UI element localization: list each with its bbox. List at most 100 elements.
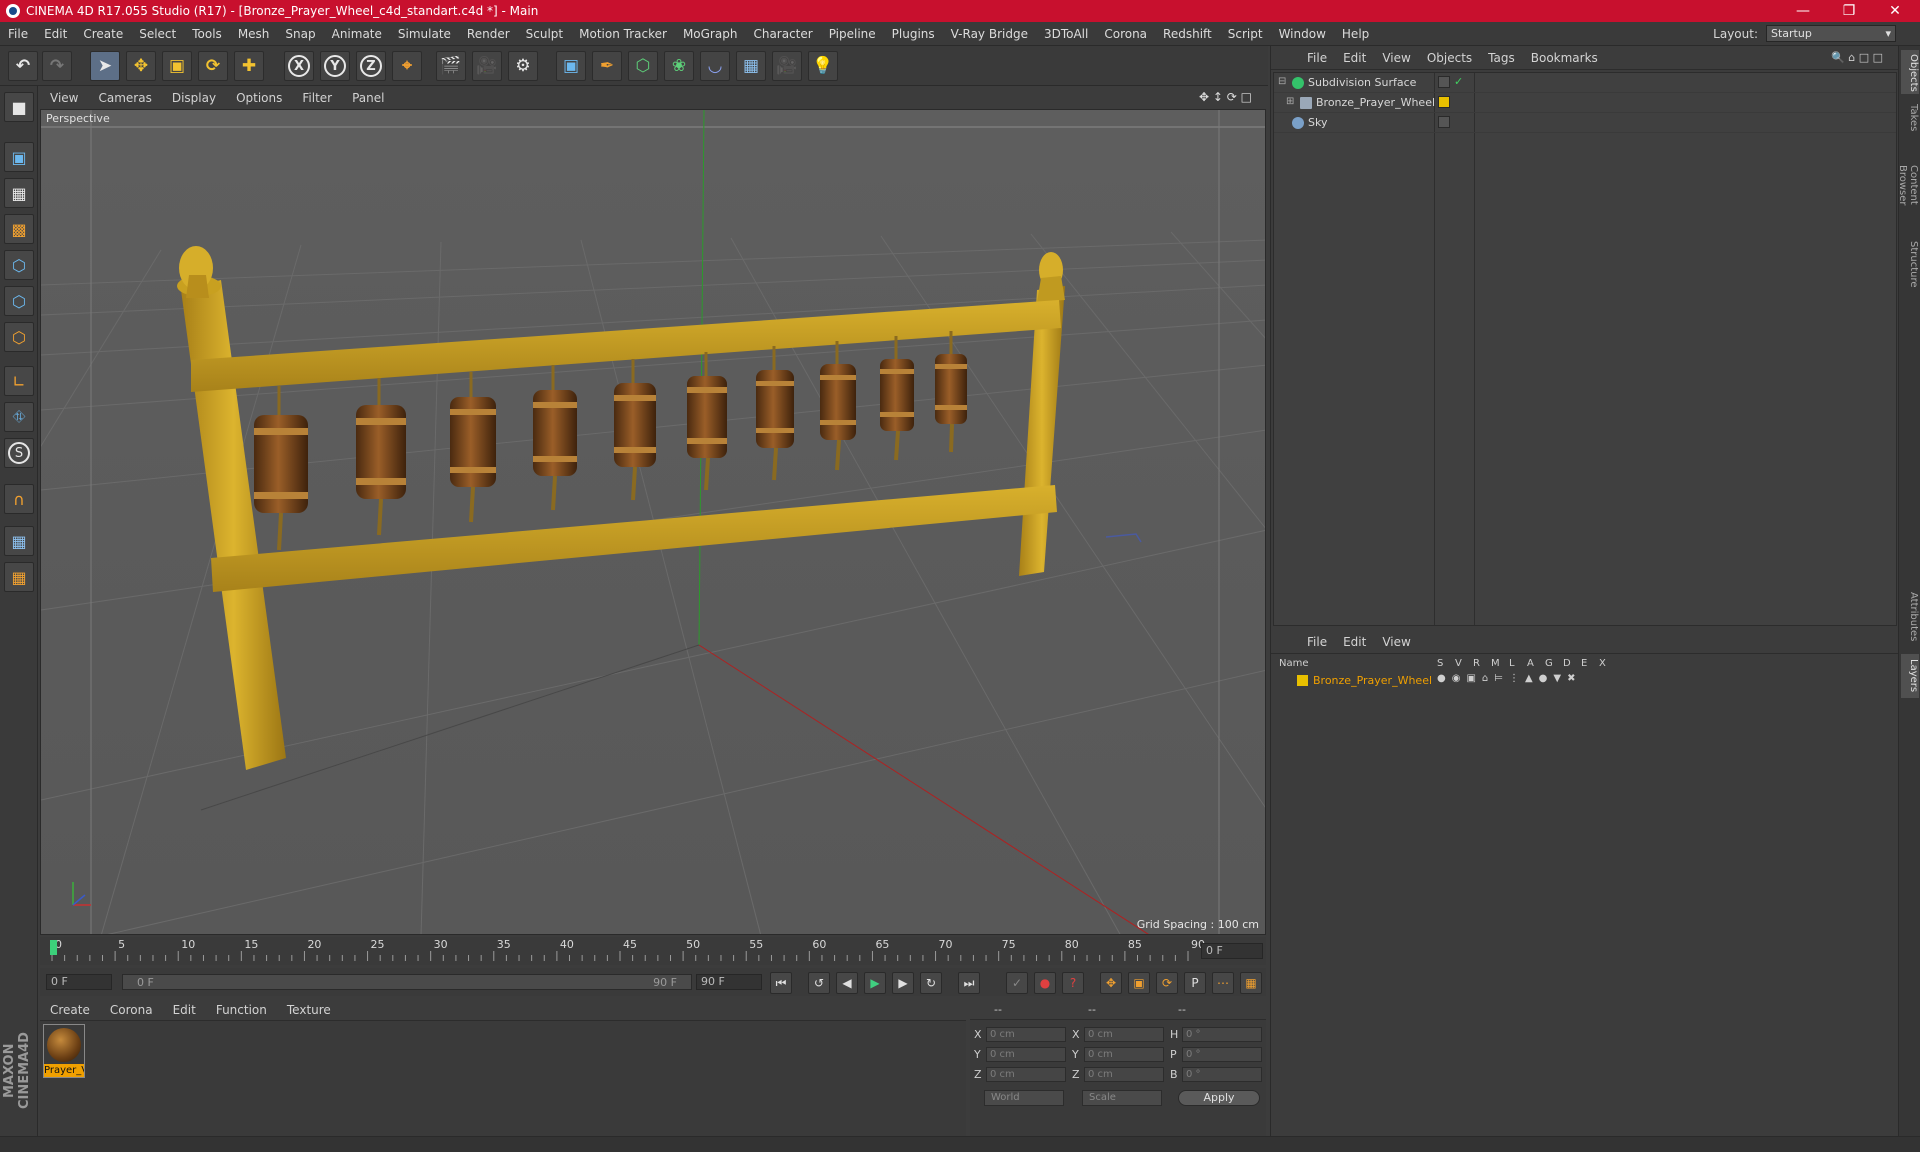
size-x-field[interactable]: 0 cm <box>1084 1027 1164 1042</box>
position-z-field[interactable]: 0 cm <box>986 1067 1066 1082</box>
side-tab-attributes[interactable]: Attributes <box>1901 586 1919 648</box>
menu-sculpt[interactable]: Sculpt <box>518 27 571 41</box>
go-to-end-icon[interactable]: ⏭ <box>958 972 980 994</box>
undo-icon[interactable]: ↶ <box>8 51 38 81</box>
menu-mesh[interactable]: Mesh <box>230 27 278 41</box>
playhead-marker[interactable] <box>50 940 57 955</box>
side-tab-content-browser[interactable]: Content Browser <box>1897 140 1919 230</box>
material-menu-texture[interactable]: Texture <box>277 1003 341 1017</box>
object-row-bronze-prayer-wheel[interactable]: ⊞ Bronze_Prayer_Wheel <box>1274 93 1896 113</box>
coordinate-mode-dropdown[interactable]: World <box>984 1090 1064 1106</box>
z-axis-lock-icon[interactable]: Z <box>356 51 386 81</box>
material-menu-function[interactable]: Function <box>206 1003 277 1017</box>
material-menu-edit[interactable]: Edit <box>163 1003 206 1017</box>
key-pla-icon[interactable]: ⋯ <box>1212 972 1234 994</box>
layer-color-swatch[interactable] <box>1297 675 1308 686</box>
object-menu-bookmarks[interactable]: Bookmarks <box>1523 51 1606 65</box>
position-x-field[interactable]: 0 cm <box>986 1027 1066 1042</box>
rotation-b-field[interactable]: 0 ° <box>1182 1067 1262 1082</box>
viewport-menu-panel[interactable]: Panel <box>342 91 394 105</box>
menu-window[interactable]: Window <box>1271 27 1334 41</box>
menu-mograph[interactable]: MoGraph <box>675 27 746 41</box>
side-tab-structure[interactable]: Structure <box>1901 236 1919 292</box>
rotation-p-field[interactable]: 0 ° <box>1182 1047 1262 1062</box>
object-menu-file[interactable]: File <box>1299 51 1335 65</box>
render-picture-viewer-icon[interactable]: 🎥 <box>472 51 502 81</box>
model-mode-icon[interactable]: ▣ <box>4 142 34 172</box>
move-icon[interactable]: ✥ <box>126 51 156 81</box>
magnet-icon[interactable]: ∩ <box>4 484 34 514</box>
menu-simulate[interactable]: Simulate <box>390 27 459 41</box>
object-row-sky[interactable]: Sky <box>1274 113 1896 133</box>
subdivision-surface-icon[interactable]: ⬡ <box>628 51 658 81</box>
start-frame-field[interactable]: 0 F <box>46 974 112 990</box>
close-icon[interactable]: ✕ <box>1872 0 1918 22</box>
menu-script[interactable]: Script <box>1220 27 1271 41</box>
render-settings-icon[interactable]: ⚙ <box>508 51 538 81</box>
play-icon[interactable]: ▶ <box>864 972 886 994</box>
size-z-field[interactable]: 0 cm <box>1084 1067 1164 1082</box>
motion-path-icon[interactable]: ✓ <box>1006 972 1028 994</box>
timeline-window-icon[interactable]: ▦ <box>1240 972 1262 994</box>
scale-icon[interactable]: ▣ <box>162 51 192 81</box>
go-to-start-icon[interactable]: ⏮ <box>770 972 792 994</box>
layer-color-tag[interactable] <box>1438 96 1450 108</box>
menu-animate[interactable]: Animate <box>324 27 390 41</box>
key-position-icon[interactable]: ✥ <box>1100 972 1122 994</box>
material-menu-corona[interactable]: Corona <box>100 1003 163 1017</box>
viewport-navigation-icons[interactable]: ✥ ↕ ⟳ □ <box>1189 90 1262 104</box>
object-menu-edit[interactable]: Edit <box>1335 51 1374 65</box>
x-axis-lock-icon[interactable]: X <box>284 51 314 81</box>
size-y-field[interactable]: 0 cm <box>1084 1047 1164 1062</box>
side-tab-objects[interactable]: Objects <box>1901 50 1919 94</box>
points-mode-icon[interactable]: ⬡ <box>4 250 34 280</box>
rotation-h-field[interactable]: 0 ° <box>1182 1027 1262 1042</box>
layer-row[interactable]: Bronze_Prayer_Wheel ●◉▣⌂⊨⋮▲●▼✖ <box>1273 673 1897 689</box>
viewport-menu-options[interactable]: Options <box>226 91 292 105</box>
object-menu-objects[interactable]: Objects <box>1419 51 1480 65</box>
redo-icon[interactable]: ↷ <box>42 51 72 81</box>
viewport-menu-display[interactable]: Display <box>162 91 226 105</box>
previous-key-icon[interactable]: ↺ <box>808 972 830 994</box>
light-icon[interactable]: 💡 <box>808 51 838 81</box>
previous-frame-icon[interactable]: ◀ <box>836 972 858 994</box>
menu-vray-bridge[interactable]: V-Ray Bridge <box>943 27 1036 41</box>
menu-plugins[interactable]: Plugins <box>884 27 943 41</box>
menu-snap[interactable]: Snap <box>277 27 323 41</box>
menu-character[interactable]: Character <box>745 27 820 41</box>
apply-button[interactable]: Apply <box>1178 1090 1260 1106</box>
deformer-icon[interactable]: ◡ <box>700 51 730 81</box>
menu-motion-tracker[interactable]: Motion Tracker <box>571 27 675 41</box>
menu-help[interactable]: Help <box>1334 27 1377 41</box>
object-menu-tags[interactable]: Tags <box>1480 51 1523 65</box>
restore-icon[interactable]: ❐ <box>1826 0 1872 22</box>
expand-icon[interactable]: ⊟ <box>1278 76 1286 87</box>
material-thumbnail[interactable]: Prayer_V <box>43 1024 85 1078</box>
floor-icon[interactable]: ▦ <box>736 51 766 81</box>
layer-tag-cell[interactable] <box>1438 116 1450 128</box>
key-parameter-icon[interactable]: P <box>1184 972 1206 994</box>
minimize-icon[interactable]: — <box>1780 0 1826 22</box>
menu-file[interactable]: File <box>0 27 36 41</box>
make-editable-icon[interactable]: ■ <box>4 92 34 122</box>
layer-tag-cell[interactable] <box>1438 76 1450 88</box>
menu-3dtoall[interactable]: 3DToAll <box>1036 27 1096 41</box>
coordinate-system-icon[interactable]: ⌖ <box>392 51 422 81</box>
multi-tool-icon[interactable]: ✚ <box>234 51 264 81</box>
record-icon[interactable]: ● <box>1034 972 1056 994</box>
workplane-icon[interactable]: ▩ <box>4 214 34 244</box>
key-rotation-icon[interactable]: ⟳ <box>1156 972 1178 994</box>
camera-icon[interactable]: 🎥 <box>772 51 802 81</box>
size-mode-dropdown[interactable]: Scale <box>1082 1090 1162 1106</box>
tweak-mode-icon[interactable]: ⛗ <box>4 402 34 432</box>
cube-icon[interactable]: ▣ <box>556 51 586 81</box>
layer-menu-file[interactable]: File <box>1299 635 1335 649</box>
side-tab-layers[interactable]: Layers <box>1901 654 1919 698</box>
enabled-check-icon[interactable]: ✓ <box>1454 75 1463 88</box>
layer-toggle-icons[interactable]: ●◉▣⌂⊨⋮▲●▼✖ <box>1437 673 1581 684</box>
rotate-icon[interactable]: ⟳ <box>198 51 228 81</box>
menu-select[interactable]: Select <box>131 27 184 41</box>
material-menu-create[interactable]: Create <box>40 1003 100 1017</box>
workplane-lock-icon[interactable]: ▦ <box>4 526 34 556</box>
object-manager-search-icon[interactable]: 🔍 ⌂ □ □ <box>1823 51 1891 64</box>
